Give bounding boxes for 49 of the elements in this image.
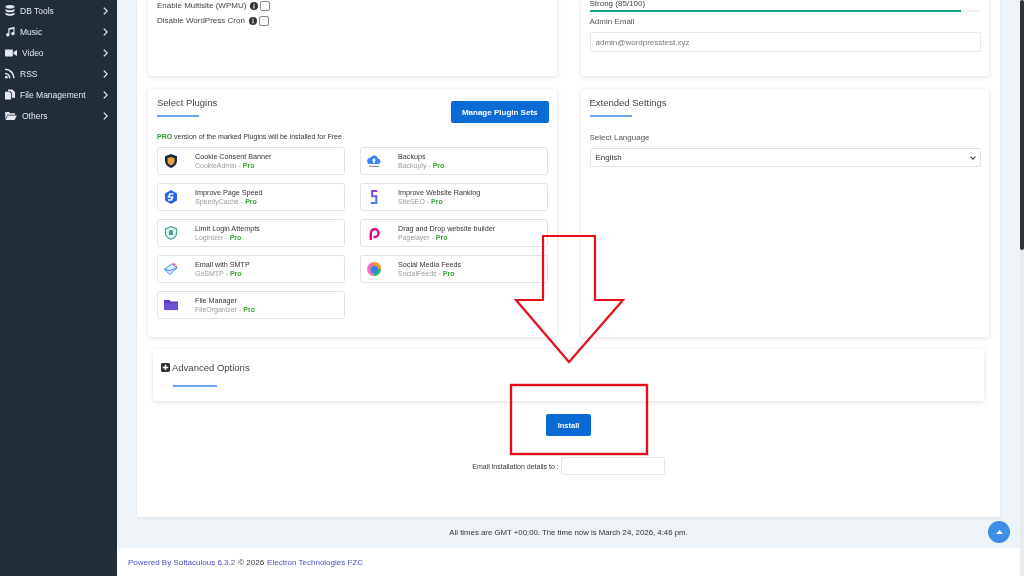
sidebar-item[interactable]: File Management: [0, 84, 117, 105]
sidebar-item[interactable]: Music: [0, 21, 117, 42]
checkbox[interactable]: [260, 0, 271, 11]
chevron-right-icon: [103, 90, 108, 99]
cloud-upload-icon: [367, 154, 381, 168]
chevron-right-icon: [103, 6, 108, 15]
section-title: Extended Settings: [589, 97, 667, 109]
sidebar-item[interactable]: Video: [0, 42, 117, 63]
admin-email-field[interactable]: admin@wordpresstest.xyz: [589, 32, 981, 52]
chevron-right-icon: [103, 111, 108, 120]
chevron-right-icon: [103, 48, 108, 57]
shield-icon: [164, 154, 178, 168]
sidebar-item[interactable]: DB Tools: [0, 0, 117, 21]
hexagon-icon: [164, 190, 178, 204]
powered-by-link[interactable]: Powered By Softaculous 6.3.2: [128, 557, 236, 567]
chevron-down-icon: [970, 155, 976, 160]
option-label: Enable Multisite (WPMU): [157, 1, 247, 10]
sidebar-item[interactable]: Others: [0, 105, 117, 126]
section-title: Select Plugins: [157, 97, 218, 109]
copyright-text: © 2026: [238, 557, 265, 567]
info-icon: [248, 16, 257, 25]
field-label: Admin Email: [589, 17, 635, 27]
scroll-top-button[interactable]: [988, 521, 1010, 543]
chevron-right-icon: [103, 69, 108, 78]
video-camera-icon: [5, 48, 17, 57]
scrollbar[interactable]: [1020, 0, 1024, 576]
sidebar-item[interactable]: RSS: [0, 63, 117, 84]
option-label: Disable WordPress Cron: [157, 16, 245, 25]
folder-icon: [164, 298, 178, 312]
database-icon: [5, 5, 15, 16]
email-field[interactable]: [560, 457, 665, 475]
envelope-icon: [164, 262, 178, 276]
advanced-options-toggle[interactable]: Advanced Options: [161, 361, 250, 374]
caret-up-icon: [995, 530, 1003, 534]
rss-icon: [5, 68, 15, 79]
scrollbar-thumb[interactable]: [1020, 0, 1024, 250]
language-select[interactable]: English: [589, 148, 981, 167]
password-strength-label: Strong (85/100): [589, 0, 646, 8]
folder-icon: [5, 111, 17, 120]
shield-icon: [164, 226, 178, 240]
company-link[interactable]: Electron Technologies FZC: [267, 557, 363, 567]
orb-icon: [367, 262, 381, 276]
checkbox[interactable]: [258, 15, 269, 26]
p-logo-icon: [367, 226, 381, 240]
files-icon: [5, 89, 15, 100]
field-label: Select Language: [589, 133, 650, 143]
manage-plugin-sets-button[interactable]: Manage Plugin Sets: [450, 101, 549, 123]
music-note-icon: [5, 26, 15, 37]
chevron-right-icon: [103, 27, 108, 36]
